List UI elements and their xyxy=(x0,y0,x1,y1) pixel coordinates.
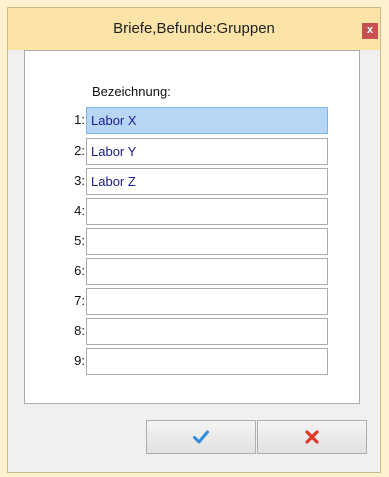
table-row: 2: Labor Y xyxy=(25,138,361,165)
group-name-field[interactable]: Labor X xyxy=(86,107,328,134)
group-name-field[interactable] xyxy=(86,318,328,345)
column-header-bezeichnung: Bezeichnung: xyxy=(92,84,171,99)
table-row: 5: xyxy=(25,228,361,255)
group-name-field[interactable]: Labor Y xyxy=(86,138,328,165)
row-number: 5: xyxy=(74,233,85,248)
check-icon xyxy=(193,430,209,444)
row-number: 7: xyxy=(74,293,85,308)
ok-button[interactable] xyxy=(146,420,256,454)
group-name-field[interactable] xyxy=(86,198,328,225)
close-button[interactable]: x xyxy=(362,23,378,39)
group-name-field[interactable] xyxy=(86,348,328,375)
row-number: 1: xyxy=(74,112,85,127)
group-name-field[interactable] xyxy=(86,288,328,315)
table-row: 7: xyxy=(25,288,361,315)
group-list-panel: Bezeichnung: 1: Labor X 2: Labor Y 3: La… xyxy=(24,50,360,404)
row-number: 9: xyxy=(74,353,85,368)
row-number: 3: xyxy=(74,173,85,188)
group-name-field[interactable] xyxy=(86,228,328,255)
table-row: 6: xyxy=(25,258,361,285)
group-name-field[interactable] xyxy=(86,258,328,285)
row-number: 6: xyxy=(74,263,85,278)
cancel-button[interactable] xyxy=(257,420,367,454)
row-number: 8: xyxy=(74,323,85,338)
title-bar[interactable]: Briefe,Befunde:Gruppen x xyxy=(8,8,380,50)
close-icon: x xyxy=(366,24,374,36)
table-row: 1: Labor X xyxy=(25,107,361,134)
table-row: 3: Labor Z xyxy=(25,168,361,195)
table-row: 4: xyxy=(25,198,361,225)
x-icon xyxy=(305,430,319,444)
table-row: 8: xyxy=(25,318,361,345)
row-number: 4: xyxy=(74,203,85,218)
group-name-field[interactable]: Labor Z xyxy=(86,168,328,195)
table-row: 9: xyxy=(25,348,361,375)
row-number: 2: xyxy=(74,143,85,158)
window-title: Briefe,Befunde:Gruppen xyxy=(113,20,275,37)
